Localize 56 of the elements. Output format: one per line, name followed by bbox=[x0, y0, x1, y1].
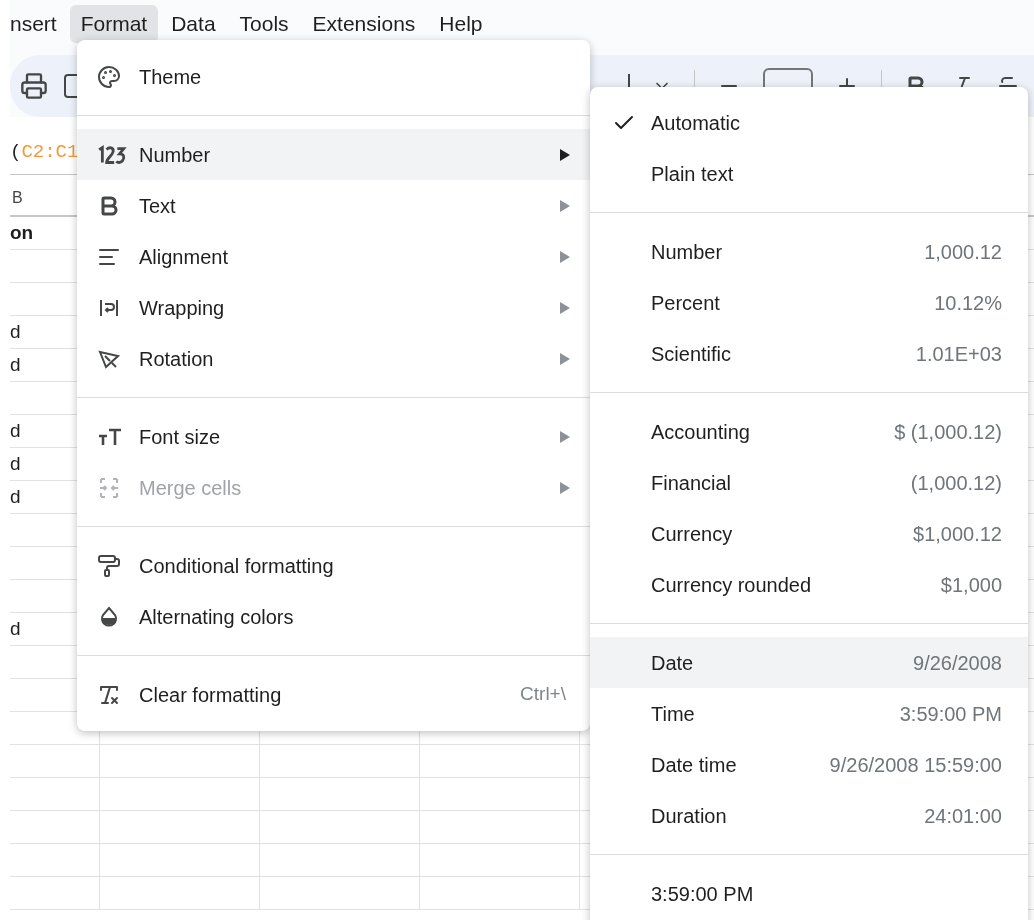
menu-item[interactable]: Theme bbox=[77, 51, 590, 102]
table-cell-text: d bbox=[10, 616, 21, 641]
menu-bar-item[interactable]: nsert bbox=[10, 4, 68, 43]
table-cell-text: d bbox=[10, 352, 21, 377]
format-example: 3:59:00 PM bbox=[899, 701, 1002, 727]
menu-item[interactable]: Scientific 1.01E+03 bbox=[590, 328, 1028, 379]
menu-item[interactable]: Date time 9/26/2008 15:59:00 bbox=[590, 739, 1028, 790]
format-example: $1,000 bbox=[940, 572, 1002, 598]
menu-item[interactable]: Clear formatting Ctrl+\ bbox=[77, 669, 590, 720]
format-example: 9/26/2008 15:59:00 bbox=[829, 752, 1002, 778]
format-example: 9/26/2008 bbox=[913, 650, 1002, 676]
menu-item[interactable]: Conditional formatting bbox=[77, 540, 590, 591]
formula-text: (C2:C1 bbox=[10, 140, 79, 166]
menu-item[interactable]: Time 3:59:00 PM bbox=[590, 688, 1028, 739]
column-title: on bbox=[10, 220, 34, 245]
number-format-icon bbox=[97, 143, 127, 166]
column-header[interactable]: B bbox=[10, 186, 23, 210]
merge-icon bbox=[97, 475, 121, 500]
format-example: 24:01:00 bbox=[924, 803, 1002, 829]
table-cell-text: d bbox=[10, 484, 21, 509]
menu-bar-item[interactable]: Data bbox=[160, 4, 227, 43]
format-example: 1.01E+03 bbox=[915, 341, 1002, 367]
format-example: $ (1,000.12) bbox=[894, 419, 1002, 445]
table-cell-text: d bbox=[10, 319, 21, 344]
menu-item[interactable]: Font size bbox=[77, 411, 590, 462]
menu-bar-item[interactable]: Extensions bbox=[301, 4, 427, 43]
menu-bar-item[interactable]: Tools bbox=[228, 4, 300, 43]
menu-item[interactable]: Alignment bbox=[77, 231, 590, 282]
menu-item[interactable]: Number bbox=[77, 129, 590, 180]
menu-item[interactable]: Currency rounded $1,000 bbox=[590, 559, 1028, 610]
menu-item[interactable]: Currency $1,000.12 bbox=[590, 508, 1028, 559]
menu-item[interactable]: 3:59:00 PM bbox=[590, 868, 1028, 919]
menu-item[interactable]: Text bbox=[77, 180, 590, 231]
print-icon[interactable] bbox=[20, 72, 48, 100]
menu-bar-item[interactable]: Format bbox=[69, 4, 159, 43]
format-example: (1,000.12) bbox=[910, 470, 1002, 496]
menu-item[interactable]: Date 9/26/2008 bbox=[590, 637, 1028, 688]
menu-item[interactable]: Plain text bbox=[590, 148, 1028, 199]
menu-item[interactable]: Financial (1,000.12) bbox=[590, 457, 1028, 508]
format-example: 1,000.12 bbox=[924, 239, 1002, 265]
menu-item[interactable]: Accounting $ (1,000.12) bbox=[590, 406, 1028, 457]
shortcut-text: Ctrl+\ bbox=[520, 682, 566, 707]
menu-item[interactable]: Duration 24:01:00 bbox=[590, 790, 1028, 841]
menu-bar-item[interactable]: Help bbox=[428, 4, 494, 43]
menu-item[interactable]: Rotation bbox=[77, 333, 590, 384]
table-cell-text: d bbox=[10, 418, 21, 443]
table-cell-text: d bbox=[10, 451, 21, 476]
menu-item[interactable]: Percent 10.12% bbox=[590, 277, 1028, 328]
menu-item[interactable]: Wrapping bbox=[77, 282, 590, 333]
format-example: $1,000.12 bbox=[913, 521, 1002, 547]
menu-item[interactable]: Number 1,000.12 bbox=[590, 226, 1028, 277]
paint-roller-icon bbox=[97, 553, 121, 578]
menu-item[interactable]: Alternating colors bbox=[77, 591, 590, 642]
palette-icon bbox=[97, 64, 121, 89]
format-example: 10.12% bbox=[934, 290, 1002, 316]
menu-item[interactable]: Automatic bbox=[590, 97, 1028, 148]
